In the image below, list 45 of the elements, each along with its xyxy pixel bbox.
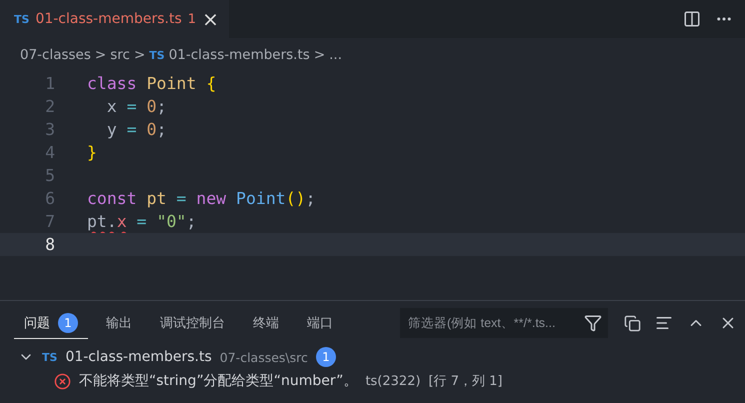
breadcrumb-item[interactable]: 01-class-members.ts: [168, 47, 310, 63]
line-number: 4: [44, 143, 55, 162]
panel-tab[interactable]: 终端: [243, 308, 289, 338]
breadcrumb-item[interactable]: ...: [329, 47, 342, 63]
typescript-icon: TS: [14, 12, 30, 26]
code-line: y = 0;: [106, 120, 166, 139]
code-line: class Point {: [87, 74, 216, 93]
breadcrumb-item[interactable]: 07-classes: [20, 47, 91, 63]
code-line: x = 0;: [106, 97, 166, 116]
breadcrumb-separator: >: [134, 47, 146, 63]
error-location: [行 7，列 1]: [428, 373, 502, 390]
code-line: }: [87, 143, 97, 162]
line-number: 1: [44, 74, 55, 93]
word-wrap-icon[interactable]: [655, 314, 673, 332]
problem-count: 1: [188, 12, 196, 26]
filter-field[interactable]: 筛选器(例如 text、**/*.ts...: [400, 308, 608, 338]
panel-tab[interactable]: 调试控制台: [150, 308, 235, 338]
breadcrumb-separator: >: [94, 47, 106, 63]
close-tab-button[interactable]: ×: [202, 7, 219, 31]
line-number: 5: [44, 166, 55, 185]
line-number: 7: [44, 212, 55, 231]
line-number: 8: [44, 235, 55, 254]
split-editor-icon[interactable]: [683, 10, 701, 28]
file-path: 07-classes\src: [220, 350, 308, 364]
count-badge: 1: [316, 347, 336, 367]
filter-icon[interactable]: [584, 314, 602, 332]
breadcrumb-item[interactable]: src: [110, 47, 130, 63]
typescript-icon: TS: [149, 48, 165, 62]
code-line: pt.x = "0";: [87, 212, 196, 231]
typescript-icon: TS: [42, 350, 58, 364]
panel-tab[interactable]: 输出: [96, 308, 142, 338]
code-line: const pt = new Point();: [87, 189, 316, 208]
panel-tab[interactable]: 端口: [297, 308, 343, 338]
count-badge: 1: [58, 312, 78, 332]
error-icon: [54, 372, 71, 390]
line-number: 6: [44, 189, 55, 208]
tab-label: 01-class-members.ts: [35, 11, 182, 27]
panel-tab[interactable]: 问题 1: [14, 308, 88, 338]
file-name: 01-class-members.ts: [65, 349, 212, 365]
editor-tab[interactable]: TS 01-class-members.ts 1 ×: [0, 0, 229, 38]
line-number: 3: [44, 120, 55, 139]
breadcrumb-separator: >: [314, 47, 326, 63]
line-number: 2: [44, 97, 55, 116]
error-code: ts(2322): [365, 374, 421, 388]
error-message: 不能将类型“string”分配给类型“number”。: [79, 372, 358, 390]
